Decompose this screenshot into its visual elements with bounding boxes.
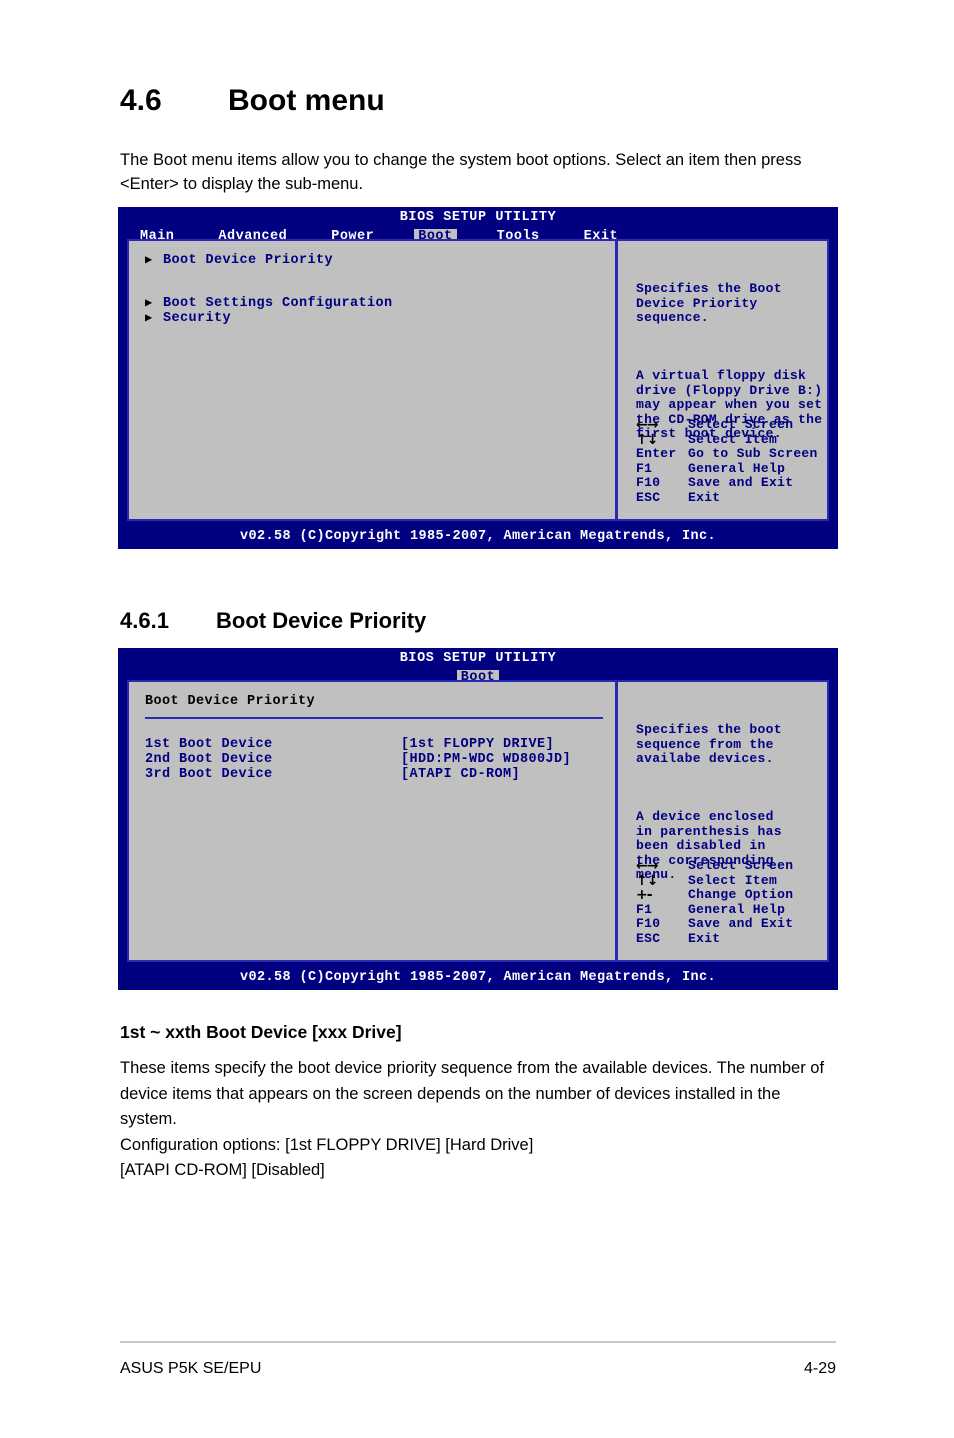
legend-row-select-item: ↑↓ Select Item [636,872,793,889]
footer-page-number: 4-29 [803,1360,836,1377]
left-right-arrow-icon: ←→ [636,858,658,874]
f1-key-label: F1 [636,460,653,476]
bios-option-security[interactable]: ▶ Security [129,311,615,326]
bios-option-label: Security [163,311,232,326]
legend-desc: Exit [688,930,721,946]
legend-desc: Select Item [688,431,778,447]
section-number: 4.6 [120,84,162,117]
legend-desc: Exit [688,489,721,505]
legend-desc: Select Item [688,872,778,888]
section-heading-4-6: 4.6 Boot menu [120,84,385,118]
bios-key-legend-1: ←→ Select Screen ↑↓ Select Item Enter Go… [636,417,818,506]
bios-body-1: ▶ Boot Device Priority ▶ Boot Settings C… [127,239,829,521]
bios-option-boot-device-priority[interactable]: ▶ Boot Device Priority [129,253,615,268]
legend-row-f10: F10 Save and Exit [636,916,794,932]
bios-option-boot-settings-configuration[interactable]: ▶ Boot Settings Configuration [129,296,615,311]
legend-desc: General Help [688,901,786,917]
legend-row-enter: Enter Go to Sub Screen [636,446,818,462]
legend-row-change-option: +- Change Option [636,887,794,903]
bios-options-pane-2: Boot Device Priority 1st Boot Device [1s… [129,682,615,960]
bios-option-label: Boot Device Priority [163,253,334,268]
manual-page: 4.6 Boot menu The Boot menu items allow … [0,0,954,1438]
f1-key-label: F1 [636,901,653,917]
boot-device-value[interactable]: [ATAPI CD-ROM] [401,767,520,782]
submenu-arrow-icon: ▶ [145,253,153,267]
bios-body-2: Boot Device Priority 1st Boot Device [1s… [127,680,829,962]
section-title: Boot menu [228,84,385,117]
plus-minus-icon: +- [636,887,653,903]
panel-title-underline [145,717,603,719]
subsection-title: Boot Device Priority [216,608,427,633]
legend-desc: Save and Exit [688,916,794,931]
bios-option-label: Boot Settings Configuration [163,296,393,311]
bios-footer-1: v02.58 (C)Copyright 1985-2007, American … [118,527,838,549]
footer-divider [120,1341,836,1343]
item-body-paragraph-2: Configuration options: [1st FLOPPY DRIVE… [120,1135,534,1154]
bios-help-pane-2: Specifies the boot sequence from the ava… [618,682,827,960]
section-intro-paragraph: The Boot menu items allow you to change … [120,151,802,193]
section-heading-4-6-1: 4.6.1 Boot Device Priority [120,608,426,634]
bios-footer-2: v02.58 (C)Copyright 1985-2007, American … [118,968,838,990]
subsection-number: 4.6.1 [120,608,169,633]
bios-key-legend-2: ←→ Select Screen ↑↓ Select Item +- Chang… [636,858,794,947]
legend-row-select-item: ↑↓ Select Item [636,431,818,448]
esc-key-label: ESC [636,930,661,946]
f10-key-label: F10 [636,475,661,490]
item-body-paragraph-3: [ATAPI CD-ROM] [Disabled] [120,1161,325,1179]
legend-desc: Select Screen [688,858,794,873]
esc-key-label: ESC [636,489,661,505]
legend-desc: Go to Sub Screen [688,446,818,461]
legend-row-f1: F1 General Help [636,901,793,918]
legend-row-f1: F1 General Help [636,460,818,477]
bios-screenshot-boot-device-priority: BIOS SETUP UTILITY Boot Boot Device Prio… [118,648,838,990]
boot-device-row-3[interactable]: 3rd Boot Device [ATAPI CD-ROM] [129,767,615,782]
boot-device-row-2[interactable]: 2nd Boot Device [HDD:PM-WDC WD800JD] [129,752,615,767]
boot-device-label: 3rd Boot Device [145,767,273,782]
boot-device-list: 1st Boot Device [1st FLOPPY DRIVE] 2nd B… [129,737,615,782]
legend-desc: Save and Exit [688,475,794,490]
boot-device-value[interactable]: [HDD:PM-WDC WD800JD] [401,752,571,767]
legend-desc: General Help [688,460,786,476]
legend-row-select-screen: ←→ Select Screen [636,417,818,433]
submenu-arrow-icon: ▶ [145,296,153,310]
bios-options-pane-1: ▶ Boot Device Priority ▶ Boot Settings C… [129,241,615,519]
boot-device-label: 1st Boot Device [145,737,273,752]
submenu-arrow-icon: ▶ [145,311,153,325]
boot-device-value[interactable]: [1st FLOPPY DRIVE] [401,737,554,752]
item-heading: 1st ~ xxth Boot Device [xxx Drive] [120,1022,402,1042]
boot-device-label: 2nd Boot Device [145,752,273,767]
item-body-paragraph-1: These items specify the boot device prio… [120,1059,829,1128]
legend-desc: Select Screen [688,417,794,432]
enter-key-label: Enter [636,446,677,461]
up-down-arrow-icon: ↑↓ [636,431,658,448]
bios-help-pane-1: Specifies the Boot Device Priority seque… [618,241,827,519]
help-paragraph: Specifies the Boot Device Priority seque… [636,281,782,325]
legend-row-select-screen: ←→ Select Screen [636,858,794,874]
item-description: These items specify the boot device prio… [120,1056,840,1184]
help-paragraph: Specifies the boot sequence from the ava… [636,722,782,766]
bios-title-1: BIOS SETUP UTILITY [399,210,557,225]
left-right-arrow-icon: ←→ [636,417,658,433]
legend-row-f10: F10 Save and Exit [636,475,818,491]
legend-desc: Change Option [688,887,794,902]
up-down-arrow-icon: ↑↓ [636,872,658,889]
boot-device-row-1[interactable]: 1st Boot Device [1st FLOPPY DRIVE] [129,737,615,752]
bios-title-2: BIOS SETUP UTILITY [399,651,557,666]
f10-key-label: F10 [636,916,661,931]
legend-row-esc: ESC Exit [636,489,818,506]
bios-panel-title: Boot Device Priority [145,694,316,709]
bios-screenshot-boot-menu: BIOS SETUP UTILITY Main Advanced Power B… [118,207,838,549]
footer-product-name: ASUS P5K SE/EPU [120,1360,262,1377]
legend-row-esc: ESC Exit [636,930,793,947]
